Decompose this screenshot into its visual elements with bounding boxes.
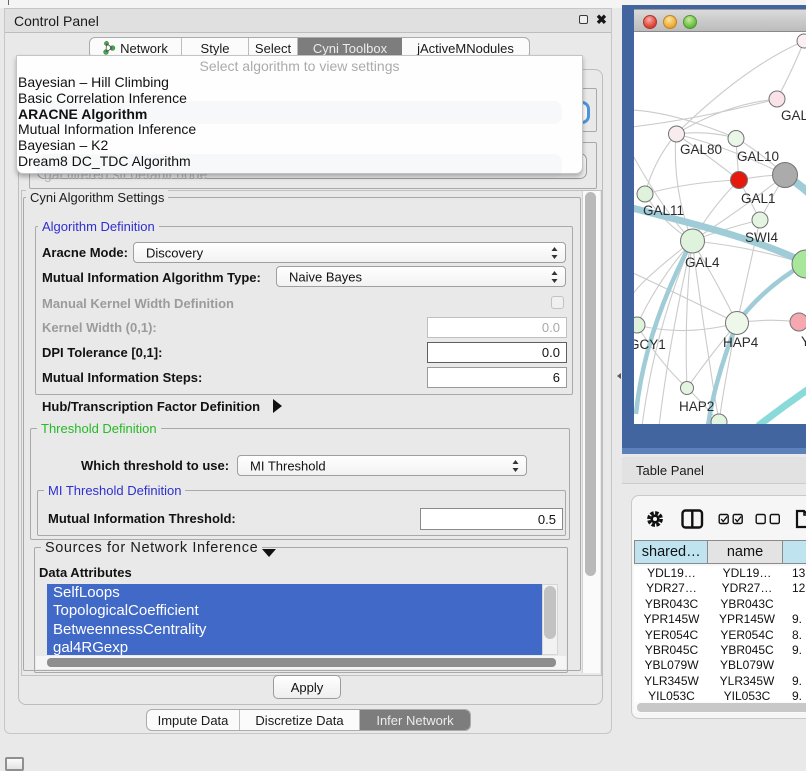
svg-text:GAL: GAL — [781, 108, 806, 123]
svg-text:GCY1: GCY1 — [634, 337, 666, 352]
svg-text:GAL80: GAL80 — [680, 142, 722, 157]
svg-text:GAL11: GAL11 — [643, 203, 684, 218]
svg-text:GAL10: GAL10 — [737, 149, 779, 164]
svg-text:SWI4: SWI4 — [745, 230, 778, 245]
svg-text:HAP2: HAP2 — [679, 399, 714, 414]
svg-text:Y: Y — [801, 334, 806, 349]
svg-text:GAL1: GAL1 — [741, 191, 776, 206]
svg-text:GAL4: GAL4 — [685, 255, 720, 270]
svg-text:HAP4: HAP4 — [723, 335, 759, 350]
